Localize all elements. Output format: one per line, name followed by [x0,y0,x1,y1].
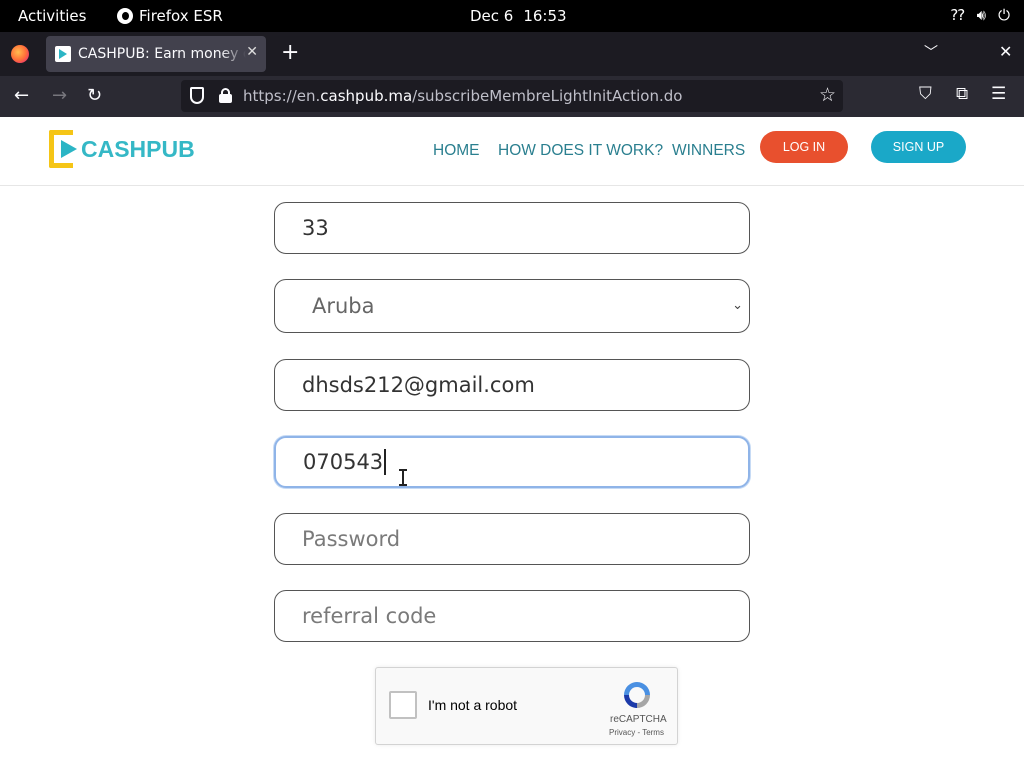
forward-button[interactable]: → [52,84,67,108]
recaptcha-brand: reCAPTCHA [610,714,667,725]
password-placeholder: Password [302,527,401,551]
phone-value: 070543 [303,450,384,474]
phone-field[interactable]: 070543 [274,436,750,488]
system-tray[interactable]: ⁇ 🔊︎ ⏻ [951,6,1010,24]
site-header: CASHPUB HOME HOW DOES IT WORK? WINNERS L… [0,117,1024,186]
recaptcha-label: I'm not a robot [428,697,518,713]
web-page: CASHPUB HOME HOW DOES IT WORK? WINNERS L… [0,117,1024,768]
close-window-icon[interactable]: ✕ [999,42,1012,61]
lock-icon[interactable] [219,88,232,103]
tab-strip: CASHPUB: Earn money on ✕ [0,32,1024,76]
tab-title: CASHPUB: Earn money on [78,46,246,62]
system-top-bar: Activities Firefox ESR Dec 6 16:53 ⁇ 🔊︎ … [0,0,1024,32]
tracking-protection-shield-icon[interactable] [190,87,204,104]
activities-button[interactable]: Activities [18,7,86,25]
recaptcha-widget: I'm not a robot reCAPTCHA Privacy - Term… [375,667,678,745]
logo-text: CASHPUB [81,135,195,162]
text-caret [384,449,387,475]
age-value: 33 [302,216,329,240]
firefox-view-icon[interactable] [11,45,29,63]
bookmark-star-icon[interactable]: ☆ [819,84,836,106]
app-name: Firefox ESR [139,7,223,25]
recaptcha-logo-icon [624,682,650,708]
login-button[interactable]: LOG IN [760,131,848,163]
recaptcha-privacy-terms-links[interactable]: Privacy - Terms [609,728,664,737]
clock-time: 16:53 [523,7,567,25]
email-value: dhsds212@gmail.com [302,373,535,397]
power-icon: ⏻ [998,6,1010,24]
reload-button[interactable]: ↻ [87,84,102,108]
site-favicon-icon [55,46,71,62]
nav-home-link[interactable]: HOME [433,142,480,160]
firefox-app-icon [117,8,133,24]
referral-code-field[interactable]: referral code [274,590,750,642]
network-icon: ⁇ [950,6,965,24]
recaptcha-checkbox[interactable] [389,691,417,719]
chevron-down-icon: ⌄ [732,298,743,313]
app-menu[interactable]: Firefox ESR [117,7,223,25]
clock[interactable]: Dec 6 16:53 [470,7,567,25]
age-field[interactable]: 33 [274,202,750,254]
cashpub-logo[interactable]: CASHPUB [49,130,195,168]
menu-hamburger-icon[interactable]: ☰ [991,84,1006,104]
back-button[interactable]: ← [14,84,29,108]
country-select[interactable]: Aruba ⌄ [274,279,750,333]
mouse-ibeam-cursor-icon [399,469,407,486]
extensions-icon[interactable]: ⧉ [956,84,968,104]
pocket-icon[interactable]: ⛉ [919,84,932,104]
navigation-toolbar: ← → ↻ https://en.cashpub.ma/subscribeMem… [0,76,1024,117]
new-tab-button[interactable]: + [281,42,299,64]
referral-placeholder: referral code [302,604,437,628]
active-tab[interactable]: CASHPUB: Earn money on ✕ [46,36,266,72]
clock-date: Dec 6 [470,7,514,25]
url-text[interactable]: https://en.cashpub.ma/subscribeMembreLig… [243,87,682,105]
country-value: Aruba [312,294,375,318]
volume-icon: 🔊︎ [976,6,987,24]
nav-winners-link[interactable]: WINNERS [672,142,745,160]
signup-button[interactable]: SIGN UP [871,131,966,163]
email-field[interactable]: dhsds212@gmail.com [274,359,750,411]
password-field[interactable]: Password [274,513,750,565]
url-bar[interactable]: https://en.cashpub.ma/subscribeMembreLig… [181,80,843,112]
list-all-tabs-chevron-icon[interactable]: ﹀ [924,42,938,62]
close-tab-icon[interactable]: ✕ [246,44,258,60]
cashpub-logo-mark-icon [49,130,79,168]
nav-how-it-works-link[interactable]: HOW DOES IT WORK? [498,142,663,160]
